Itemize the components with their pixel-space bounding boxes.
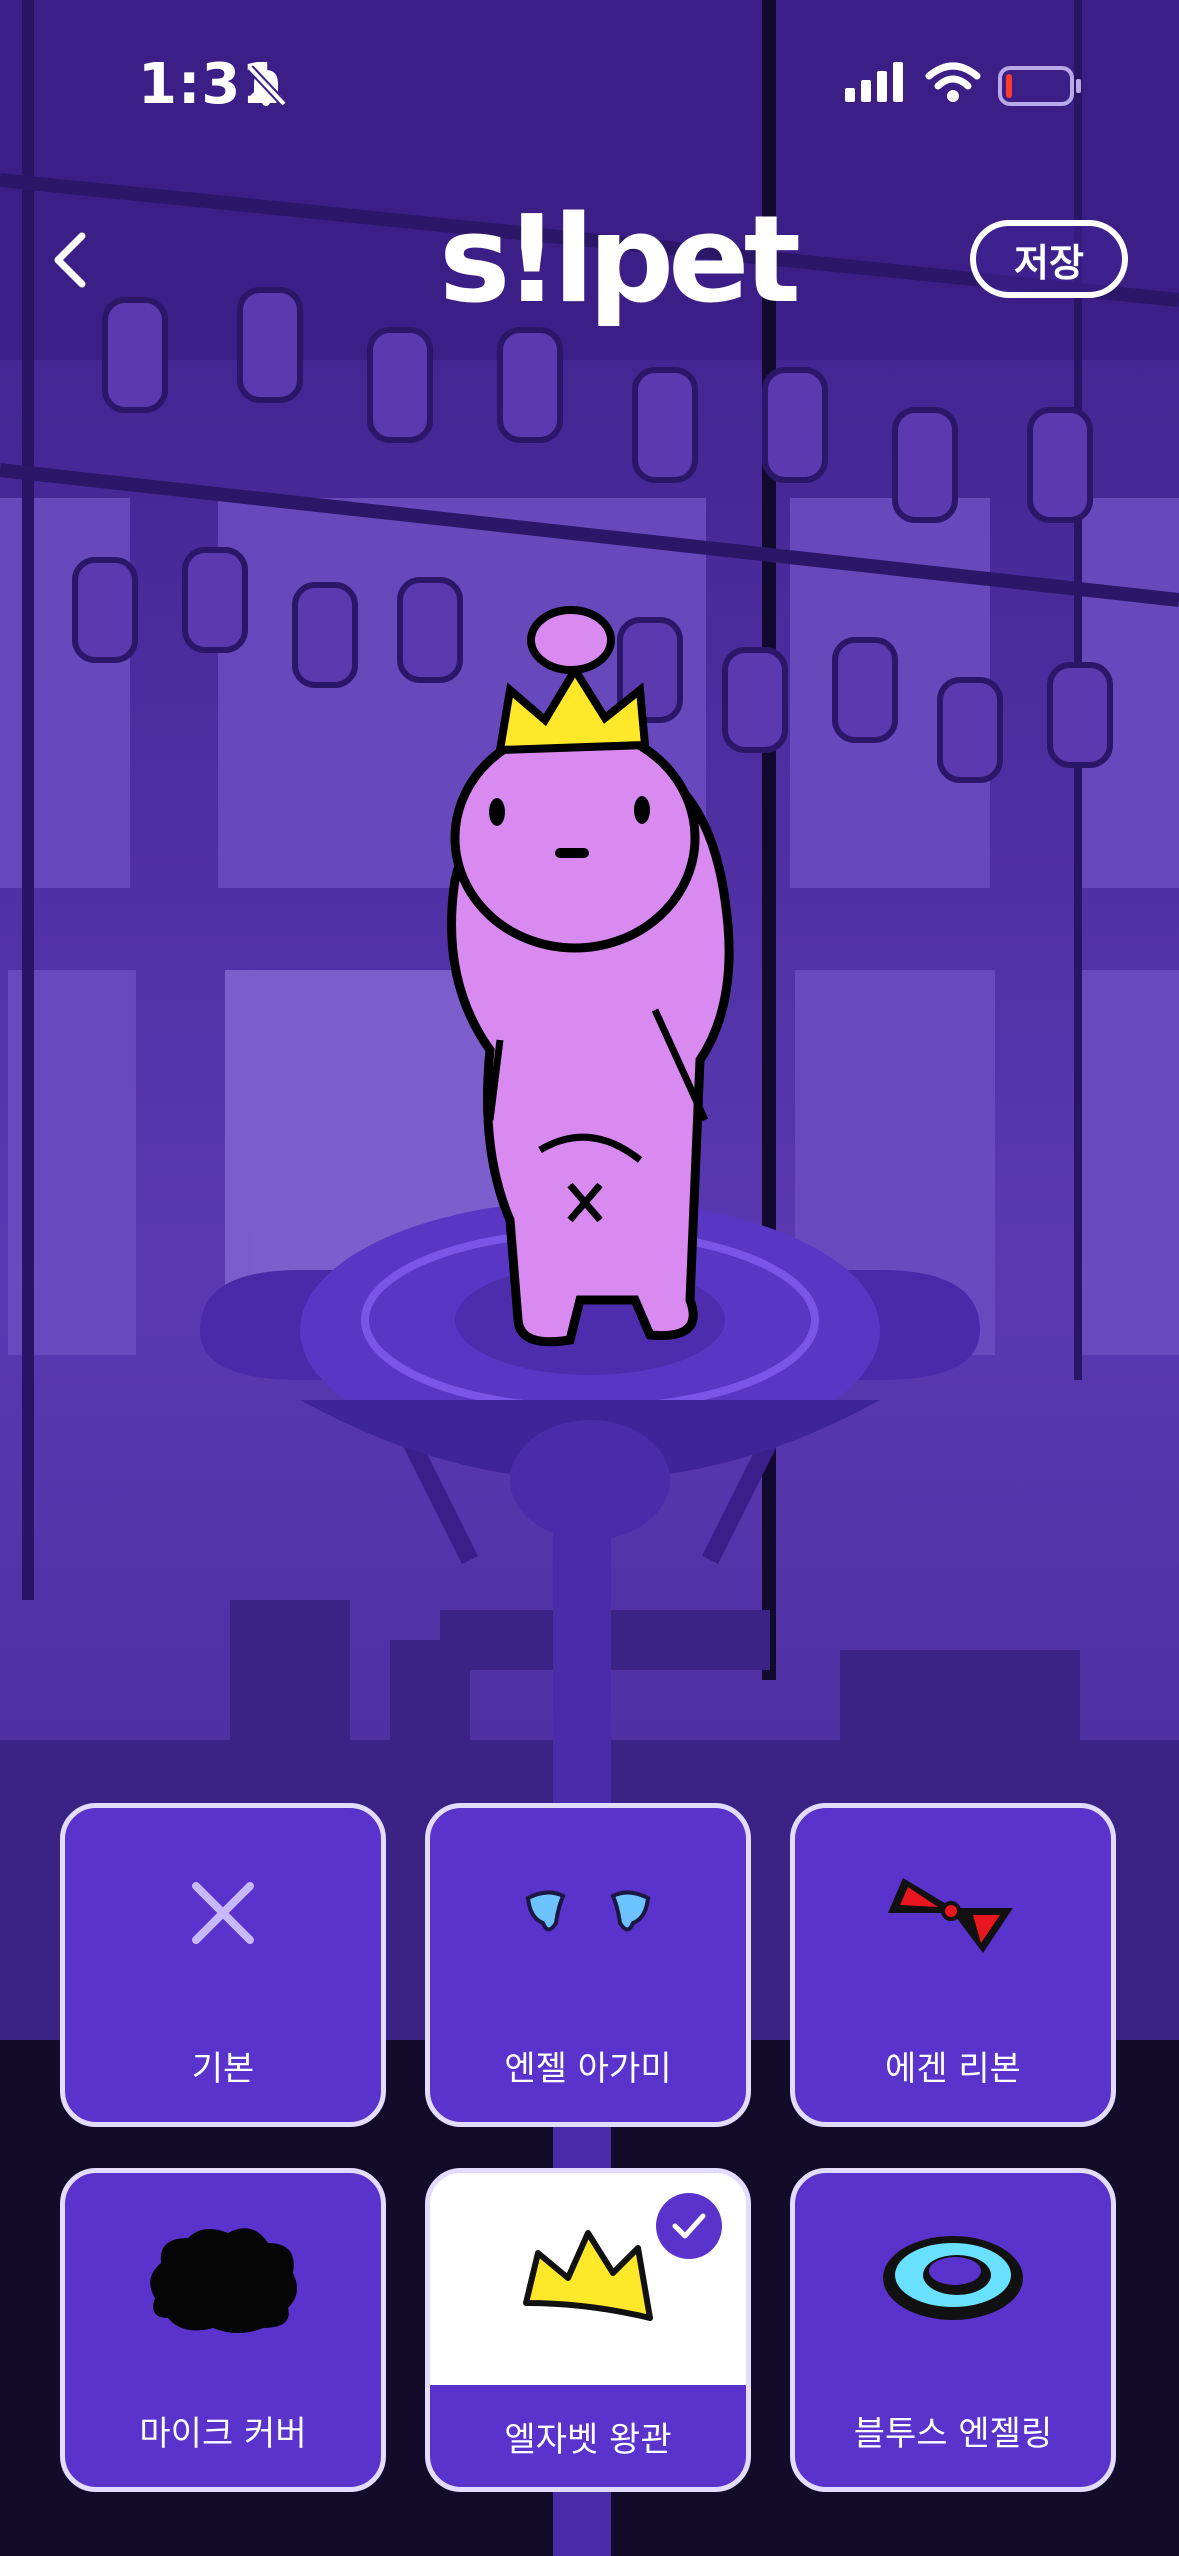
- item-card-red-ribbon[interactable]: 에겐 리본: [790, 1803, 1116, 2127]
- item-label: 엔젤 아가미: [504, 2048, 672, 2089]
- logo-text: s!lpet: [439, 191, 801, 330]
- cellular-signal-icon: [845, 62, 903, 102]
- save-button[interactable]: 저장: [970, 220, 1128, 298]
- item-card-crown[interactable]: 엘자벳 왕관: [425, 2168, 751, 2492]
- crown-icon: [523, 2230, 653, 2321]
- bell-muted-icon: [247, 65, 287, 107]
- status-bar: 1:31: [0, 0, 1179, 180]
- wifi-icon: [925, 62, 981, 102]
- item-card-angel-gills[interactable]: 엔젤 아가미: [425, 1803, 751, 2127]
- x-icon: [192, 1882, 254, 1944]
- red-ribbon-icon: [888, 1878, 1013, 1953]
- back-button[interactable]: [40, 220, 100, 300]
- item-card-basic[interactable]: 기본: [60, 1803, 386, 2127]
- item-label: 기본: [191, 2048, 255, 2089]
- item-card-halo-ring[interactable]: 블투스 엔젤링: [790, 2168, 1116, 2492]
- mic-cover-icon: [150, 2228, 297, 2333]
- item-card-mic-cover[interactable]: 마이크 커버: [60, 2168, 386, 2492]
- halo-ring-icon: [883, 2236, 1023, 2320]
- item-label: 엘자벳 왕관: [430, 2385, 746, 2487]
- angel-gills-icon: [525, 1890, 651, 1932]
- selected-check-icon: [656, 2193, 722, 2259]
- item-label: 마이크 커버: [139, 2413, 307, 2454]
- screen: { "status_bar": { "time": "1:31", "icons…: [0, 0, 1179, 2556]
- accessory-grid: 기본 엔젤 아가미 에겐 리본 마이크 커버 엘자벳 왕관 블투스 엔젤링: [60, 1803, 1120, 2493]
- item-label: 블투스 엔젤링: [853, 2413, 1053, 2454]
- app-logo: s!lpet: [439, 196, 801, 326]
- item-label: 에겐 리본: [885, 2048, 1021, 2089]
- chevron-left-icon: [54, 232, 86, 288]
- battery-low-icon: [998, 66, 1081, 106]
